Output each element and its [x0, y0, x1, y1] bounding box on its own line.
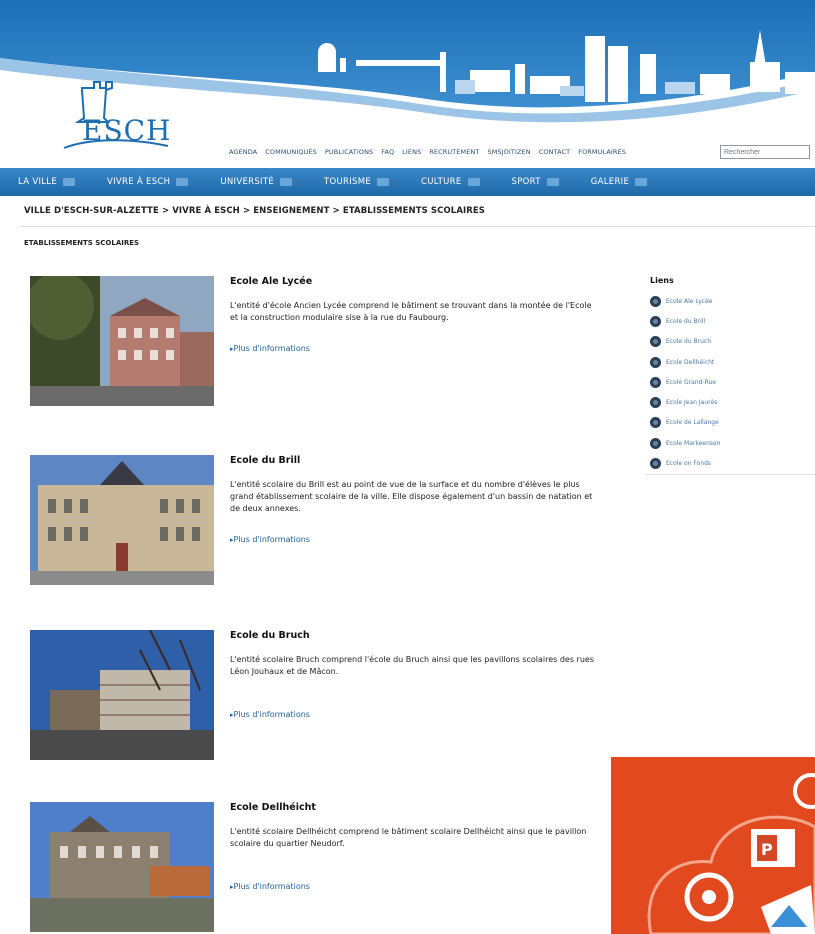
dropdown-arrow-icon: [63, 178, 76, 186]
sidebar-title: Liens: [650, 276, 674, 285]
school-name: Ecole Dellhéicht: [230, 802, 316, 813]
dropdown-arrow-icon: [280, 178, 292, 186]
nav-vivre-a-esch[interactable]: VIVRE À ESCH: [89, 168, 202, 196]
search-input[interactable]: [720, 145, 810, 159]
nav-label: GALERIE: [590, 177, 630, 187]
gear-icon: [684, 872, 734, 922]
nav-label: SPORT: [511, 177, 541, 187]
sidebar-link-label: Ecole du Bruch: [666, 338, 712, 346]
school-description: L'entité scolaire Bruch comprend l'école…: [230, 655, 594, 676]
sidebar-link[interactable]: Ecole Ale Lycée: [650, 291, 760, 311]
page-title: ETABLISSEMENTS SCOLAIRES: [24, 239, 140, 247]
sidebar-link[interactable]: Ecole du Brill: [650, 311, 760, 331]
dropdown-arrow-icon: [635, 178, 648, 186]
school-name: Ecole du Bruch: [230, 630, 310, 641]
nav-label: UNIVERSITÉ: [220, 177, 274, 187]
school-description: L'entité scolaire du Brill est au point …: [230, 480, 593, 513]
topnav-smsjoitizen[interactable]: Smsjoitizen: [487, 148, 530, 156]
breadcrumb-item[interactable]: VILLE D'ESCH-SUR-ALZETTE: [24, 206, 159, 216]
nav-universite[interactable]: UNIVERSITÉ: [202, 168, 306, 196]
topnav-recrutement[interactable]: Recrutement: [429, 148, 479, 156]
dropdown-arrow-icon: [467, 178, 480, 186]
nav-label: LA VILLE: [18, 177, 58, 187]
nav-galerie[interactable]: GALERIE: [573, 168, 661, 196]
svg-text:P: P: [761, 840, 773, 859]
school-photo[interactable]: [30, 276, 214, 406]
sidebar-link-label: Ecole Ale Lycée: [666, 297, 713, 305]
school-description: L'entité d'école Ancien Lycée comprend l…: [230, 301, 592, 322]
divider: [20, 226, 815, 227]
topnav-liens[interactable]: Liens: [402, 148, 421, 156]
sidebar-link[interactable]: Ecole Jean Jaurès: [650, 392, 760, 412]
office-app-overlay[interactable]: P: [611, 757, 815, 934]
sidebar-link[interactable]: Ecole Markeensen: [650, 433, 760, 453]
sidebar-link-label: Ecole de Lallange: [666, 419, 719, 427]
nav-culture[interactable]: CULTURE: [403, 168, 494, 196]
sidebar-link[interactable]: Ecole du Bruch: [650, 332, 760, 352]
image-icon: [761, 885, 815, 934]
more-info-link[interactable]: Plus d'informations: [230, 882, 310, 891]
sidebar-link[interactable]: Ecole on Fonds: [650, 453, 760, 473]
nav-tourisme[interactable]: TOURISME: [306, 168, 403, 196]
sidebar-link[interactable]: Ecole Grand-Rue: [650, 372, 760, 392]
sidebar-link[interactable]: Ecole Dellhéicht: [650, 352, 760, 372]
school-photo[interactable]: [30, 630, 214, 760]
bullet-icon: [650, 356, 661, 368]
topnav-communiques[interactable]: Communiqués: [265, 148, 317, 156]
bullet-icon: [650, 437, 661, 449]
main-nav: LA VILLE VIVRE À ESCH UNIVERSITÉ TOURISM…: [0, 168, 815, 196]
more-info-link[interactable]: Plus d'informations: [230, 344, 310, 353]
logo-text: ESCH: [82, 114, 172, 147]
dropdown-arrow-icon: [377, 178, 390, 186]
utility-nav: Agenda Communiqués Publications FAQ Lien…: [229, 145, 626, 159]
nav-label: TOURISME: [324, 177, 372, 187]
sidebar-link-label: Ecole Markeensen: [666, 439, 721, 447]
school-description: L'entité scolaire Dellhéicht comprend le…: [230, 827, 587, 848]
sidebar-link-label: Ecole on Fonds: [666, 460, 712, 468]
school-name: Ecole Ale Lycée: [230, 276, 313, 287]
nav-label: VIVRE À ESCH: [107, 177, 171, 187]
nav-label: CULTURE: [421, 177, 462, 187]
bullet-icon: [650, 458, 661, 470]
page: { "site": { "logo_text": "ESCH", "search…: [0, 0, 815, 934]
topnav-formulaires[interactable]: Formulaires: [578, 148, 626, 156]
sidebar-links: Liens Ecole Ale Lycée Ecole du Brill Eco…: [650, 276, 760, 474]
more-info-link[interactable]: Plus d'informations: [230, 710, 310, 719]
sidebar-link-label: Ecole Dellhéicht: [666, 358, 715, 366]
powerpoint-icon: P: [751, 829, 795, 867]
divider: [645, 474, 815, 475]
bullet-icon: [650, 295, 661, 307]
sidebar-link-label: Ecole Grand-Rue: [666, 378, 716, 386]
school-photo[interactable]: [30, 455, 214, 585]
nav-la-ville[interactable]: LA VILLE: [0, 168, 89, 196]
breadcrumb-current: ETABLISSEMENTS SCOLAIRES: [342, 206, 486, 216]
bullet-icon: [650, 315, 661, 327]
breadcrumb-separator: >: [332, 206, 340, 216]
bullet-icon: [650, 376, 661, 388]
breadcrumb-separator: >: [242, 206, 251, 216]
sidebar-link[interactable]: Ecole de Lallange: [650, 413, 760, 433]
bullet-icon: [650, 336, 661, 348]
breadcrumb-item[interactable]: ENSEIGNEMENT: [253, 206, 329, 216]
nav-sport[interactable]: SPORT: [494, 168, 573, 196]
topnav-faq[interactable]: FAQ: [381, 148, 394, 156]
topnav-agenda[interactable]: Agenda: [229, 148, 257, 156]
breadcrumb: VILLE D'ESCH-SUR-ALZETTE > VIVRE À ESCH …: [24, 206, 485, 216]
bullet-icon: [650, 397, 661, 409]
topnav-publications[interactable]: Publications: [325, 148, 373, 156]
header-banner: ESCH: [0, 0, 815, 168]
dropdown-arrow-icon: [176, 178, 189, 186]
school-name: Ecole du Brill: [230, 455, 301, 466]
breadcrumb-item[interactable]: VIVRE À ESCH: [172, 206, 240, 216]
breadcrumb-separator: >: [161, 206, 170, 216]
bullet-icon: [650, 417, 661, 429]
more-info-link[interactable]: Plus d'informations: [230, 535, 310, 544]
sidebar-link-label: Ecole Jean Jaurès: [666, 399, 718, 407]
dropdown-arrow-icon: [546, 178, 559, 186]
sidebar-link-label: Ecole du Brill: [666, 317, 706, 325]
school-photo[interactable]: [30, 802, 214, 932]
topnav-contact[interactable]: Contact: [539, 148, 571, 156]
circle-icon: [793, 773, 815, 809]
